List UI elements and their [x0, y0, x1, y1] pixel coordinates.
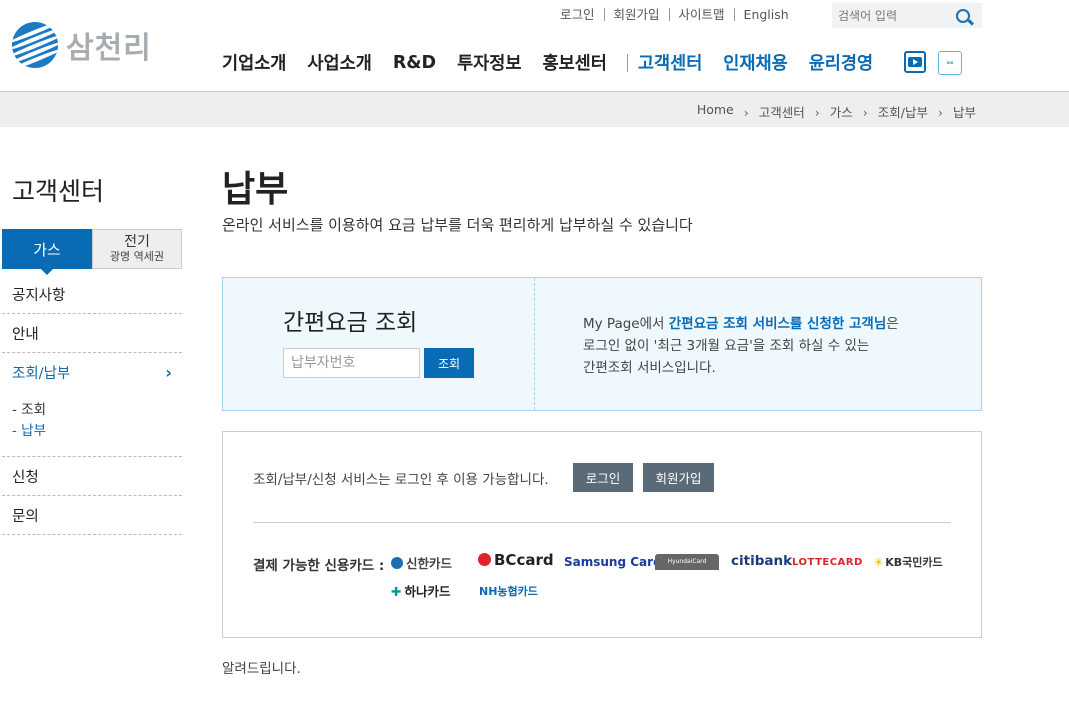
sidebar-subitem-inquiry[interactable]: - 조회 [12, 400, 182, 421]
sidebar-item-inquiry-payment[interactable]: 조회/납부 › [2, 353, 182, 392]
main-nav: 기업소개 사업소개 R&D 투자정보 홍보센터 고객센터 인재채용 윤리경영 [222, 50, 894, 75]
page-description: 온라인 서비스를 이용하여 요금 납부를 더욱 편리하게 납부하실 수 있습니다 [222, 216, 693, 234]
nav-careers[interactable]: 인재채용 [723, 50, 787, 75]
nav-pr[interactable]: 홍보센터 [542, 50, 606, 75]
login-button[interactable]: 로그인 [573, 463, 633, 492]
happy-ad-icon[interactable]: ▪▪ [938, 51, 962, 75]
tab-electricity[interactable]: 전기 광명 역세권 [92, 229, 182, 269]
sidebar-menu: 공지사항 안내 조회/납부 › - 조회 - 납부 신청 문의 [2, 275, 182, 535]
nav-company[interactable]: 기업소개 [222, 50, 286, 75]
search-box [832, 3, 982, 28]
login-required-panel: 조회/납부/신청 서비스는 로그인 후 이용 가능합니다. 로그인 회원가입 결… [222, 431, 982, 638]
breadcrumb-inquiry[interactable]: 조회/납부 [853, 102, 928, 121]
divider [253, 522, 951, 523]
bc-card-logo: BCcard [478, 551, 554, 569]
nh-card-logo: NH농협카드 [479, 585, 538, 598]
nav-divider [626, 53, 628, 72]
breadcrumb-home[interactable]: Home [697, 102, 734, 121]
english-link[interactable]: English [733, 8, 798, 21]
sidebar-submenu: - 조회 - 납부 [2, 392, 182, 457]
sidebar-tabs: 가스 전기 광명 역세권 [2, 229, 182, 275]
sidebar-item-label: 공지사항 [12, 287, 66, 304]
payer-number-input[interactable] [283, 348, 420, 378]
breadcrumb-gas[interactable]: 가스 [805, 102, 853, 121]
sidebar-item-label: 문의 [12, 508, 39, 525]
utility-links: 로그인 회원가입 사이트맵 English [560, 8, 798, 21]
sidebar-subitem-payment[interactable]: - 납부 [12, 421, 182, 442]
samsung-card-logo: Samsung Card [564, 555, 662, 569]
citibank-logo: citibank [731, 553, 793, 569]
youtube-icon[interactable] [904, 51, 926, 73]
notice-heading: 알려드립니다. [222, 661, 301, 677]
sns-links: ▪▪ [904, 51, 962, 75]
sidebar-title: 고객센터 [12, 177, 105, 206]
nav-customer[interactable]: 고객센터 [638, 50, 702, 75]
lotte-card-logo: LOTTECARD [792, 557, 863, 568]
inquiry-button[interactable]: 조회 [424, 348, 474, 378]
logo-mark-icon [12, 22, 58, 68]
cards-label: 결제 가능한 신용카드 : [253, 558, 385, 574]
sidebar-item-label: 신청 [12, 469, 39, 486]
breadcrumb: Home 고객센터 가스 조회/납부 납부 [697, 102, 976, 121]
panel-divider [534, 278, 535, 410]
page-title: 납부 [222, 169, 289, 210]
chevron-right-icon: › [165, 363, 172, 382]
quick-inquiry-panel: 간편요금 조회 조회 My Page에서 간편요금 조회 서비스를 신청한 고객… [222, 277, 982, 411]
tab-gas[interactable]: 가스 [2, 229, 92, 275]
logo[interactable]: 삼천리 [12, 22, 152, 68]
sidebar-item-label: 안내 [12, 326, 39, 343]
quick-inquiry-title: 간편요금 조회 [283, 310, 418, 336]
kb-card-logo: KB국민카드 [874, 554, 942, 570]
quick-inquiry-info: My Page에서 간편요금 조회 서비스를 신청한 고객님은 로그인 없이 '… [583, 316, 899, 376]
breadcrumb-customer[interactable]: 고객센터 [734, 102, 805, 121]
nav-ethics[interactable]: 윤리경영 [809, 50, 873, 75]
login-link[interactable]: 로그인 [560, 8, 604, 21]
info-highlight: 간편요금 조회 서비스를 신청한 고객님 [668, 316, 887, 332]
breadcrumb-payment[interactable]: 납부 [928, 102, 976, 121]
nav-business[interactable]: 사업소개 [307, 50, 371, 75]
logo-text: 삼천리 [66, 31, 152, 66]
login-required-text: 조회/납부/신청 서비스는 로그인 후 이용 가능합니다. [253, 472, 549, 488]
tab-electricity-sub: 광명 역세권 [109, 250, 165, 263]
sidebar-item-label: 조회/납부 [12, 366, 71, 382]
sidebar-item-contact[interactable]: 문의 [2, 496, 182, 535]
search-icon[interactable] [956, 8, 970, 23]
tab-electricity-label: 전기 [124, 234, 150, 250]
join-link[interactable]: 회원가입 [603, 8, 669, 21]
nav-investor[interactable]: 투자정보 [457, 50, 521, 75]
sidebar-item-guide[interactable]: 안내 [2, 314, 182, 353]
sidebar-item-apply[interactable]: 신청 [2, 457, 182, 496]
join-button[interactable]: 회원가입 [643, 463, 714, 492]
search-input[interactable] [832, 8, 950, 23]
breadcrumb-bar: Home 고객센터 가스 조회/납부 납부 [0, 91, 1069, 127]
nav-rnd[interactable]: R&D [393, 53, 436, 73]
sitemap-link[interactable]: 사이트맵 [668, 8, 734, 21]
hana-card-logo: 하나카드 [391, 581, 450, 600]
shinhan-card-logo: 신한카드 [391, 553, 452, 572]
hyundai-card-logo: HyundaiCard [655, 554, 719, 570]
sidebar-item-notice[interactable]: 공지사항 [2, 275, 182, 314]
